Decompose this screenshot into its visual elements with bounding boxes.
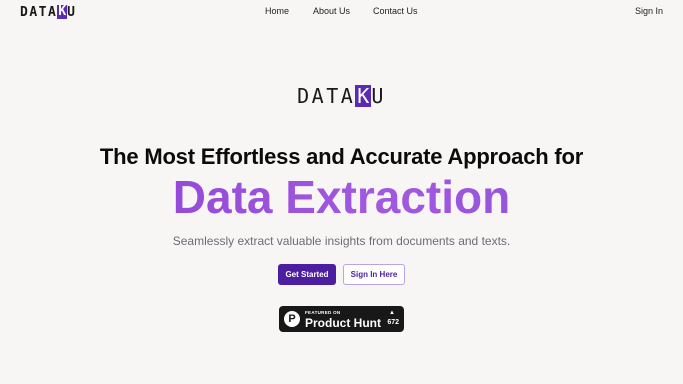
upvote-arrow-icon: ▲ [389, 310, 395, 316]
sign-in-here-button[interactable]: Sign In Here [343, 264, 405, 285]
get-started-button[interactable]: Get Started [278, 264, 336, 285]
nav-sign-in-link[interactable]: Sign In [635, 6, 663, 16]
nav-links: Home About Us Contact Us Sign In [0, 6, 683, 20]
upvote-count: 672 [387, 319, 399, 326]
hero-headline-accent: Data Extraction [0, 170, 683, 224]
hero-headline: The Most Effortless and Accurate Approac… [99, 144, 584, 169]
product-hunt-featured-label: FEATURED ON [305, 310, 341, 315]
page: DATA K U Home About Us Contact Us Sign In … [0, 0, 683, 384]
product-hunt-name: Product Hunt [305, 316, 381, 330]
hero-logo-suffix: U [371, 84, 386, 108]
product-hunt-badge[interactable]: P FEATURED ON Product Hunt ▲ 672 [279, 306, 404, 332]
navbar: DATA K U Home About Us Contact Us Sign In [0, 0, 683, 24]
nav-link-home[interactable]: Home [265, 6, 289, 16]
product-hunt-icon: P [284, 311, 300, 327]
nav-link-contact-us[interactable]: Contact Us [373, 6, 418, 16]
hero-logo-prefix: DATA [297, 84, 356, 108]
hero-logo-box-letter: K [355, 84, 372, 108]
nav-link-about-us[interactable]: About Us [313, 6, 350, 16]
hero-subtitle: Seamlessly extract valuable insights fro… [172, 234, 511, 248]
hero-logo: DATA K U [0, 84, 683, 108]
